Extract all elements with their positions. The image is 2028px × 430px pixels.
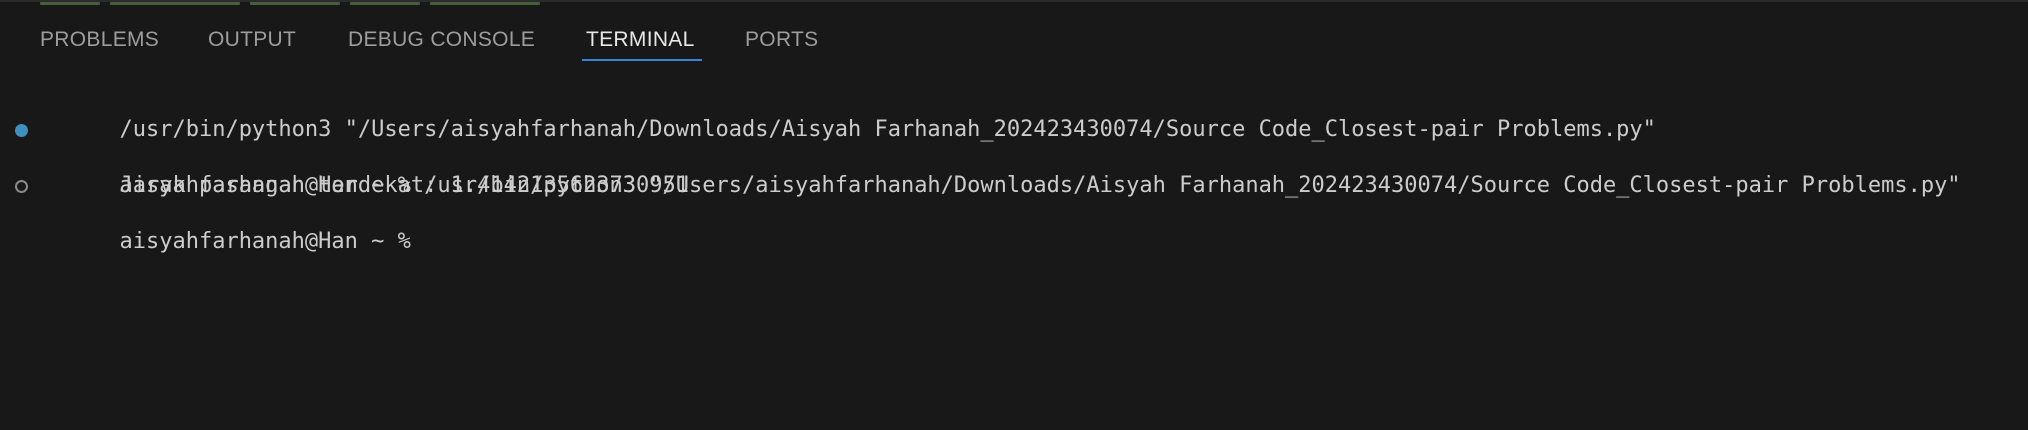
terminal-panel: PROBLEMS OUTPUT DEBUG CONSOLE TERMINAL P… <box>0 0 2028 430</box>
tab-problems[interactable]: PROBLEMS <box>40 28 159 52</box>
success-circle-icon[interactable] <box>15 124 28 137</box>
tab-ports[interactable]: PORTS <box>745 28 818 52</box>
terminal-output[interactable]: /usr/bin/python3 "/Users/aisyahfarhanah/… <box>0 88 2028 254</box>
tab-output[interactable]: OUTPUT <box>208 28 296 52</box>
terminal-line: /usr/bin/python3 "/Users/aisyahfarhanah/… <box>0 88 2028 142</box>
empty-circle-icon[interactable] <box>15 180 28 193</box>
panel-tab-bar: PROBLEMS OUTPUT DEBUG CONSOLE TERMINAL P… <box>0 2 2028 62</box>
active-tab-indicator <box>582 59 702 61</box>
terminal-prompt-text: aisyahfarhanah@Han ~ % <box>119 229 425 254</box>
terminal-line: aisyahfarhanah@Han ~ % /usr/bin/python3 … <box>0 116 2028 198</box>
terminal-line: Jarak pasangan terdekat: 1.4142135623730… <box>0 144 2028 198</box>
tab-terminal[interactable]: TERMINAL <box>586 28 695 52</box>
terminal-prompt-line: aisyahfarhanah@Han ~ % <box>0 172 2028 254</box>
tab-debug-console[interactable]: DEBUG CONSOLE <box>348 28 535 52</box>
